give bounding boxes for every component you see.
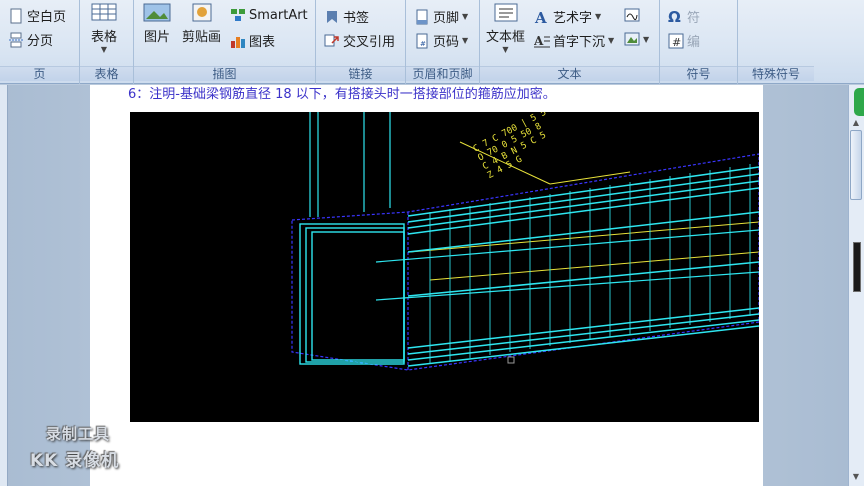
- symbol-number-button[interactable]: # 编: [668, 31, 700, 50]
- group-special-symbols: 特殊符号: [738, 0, 864, 84]
- group-symbols: Ω 符 # 编 符号: [660, 0, 738, 84]
- chart-button[interactable]: 图表: [230, 31, 275, 50]
- group-links: 书签 交叉引用 链接: [316, 0, 406, 84]
- clipart-button[interactable]: 剪贴画: [182, 0, 221, 45]
- symbol-number-label: 编: [687, 35, 701, 50]
- picture-label: 图片: [143, 30, 170, 45]
- side-tab-indicator[interactable]: [854, 88, 864, 116]
- recorder-watermark: 录制工具 KK 录像机: [30, 423, 150, 471]
- insert-object-icon: [624, 32, 640, 46]
- chart-label: 图表: [249, 35, 276, 50]
- group-text: 文本框 ▼ A 艺术字 ▼ A 首字下沉 ▼ ▼ 文本: [480, 0, 660, 84]
- dropcap-button[interactable]: A 首字下沉 ▼: [534, 31, 614, 50]
- svg-text:#: #: [672, 36, 681, 49]
- group-table: 表格 ▼ 表格: [80, 0, 134, 84]
- footer-icon: [416, 9, 428, 24]
- left-ruler: [0, 85, 8, 486]
- svg-text:A: A: [534, 34, 544, 48]
- group-header-footer: 页脚 ▼ # 页码 ▼ 页眉和页脚: [406, 0, 480, 84]
- group-label-special-symbols: 特殊符号: [738, 66, 814, 81]
- signature-line-icon: [624, 8, 640, 22]
- textbox-button[interactable]: 文本框 ▼: [486, 0, 525, 54]
- page-break-label: 分页: [27, 34, 54, 49]
- wordart-label: 艺术字: [553, 11, 593, 26]
- table-label: 表格: [90, 30, 117, 45]
- wordart-icon: A: [534, 9, 547, 25]
- footer-button[interactable]: 页脚 ▼: [414, 7, 468, 26]
- page-number-icon: #: [416, 33, 428, 48]
- signature-line-button[interactable]: [624, 7, 640, 23]
- group-label-header-footer: 页眉和页脚: [406, 66, 479, 81]
- bookmark-icon: [327, 10, 337, 23]
- cross-reference-icon: [324, 34, 339, 46]
- scrollbar-thumb[interactable]: [850, 130, 862, 200]
- group-label-illustrations: 插图: [134, 66, 315, 81]
- table-icon: [91, 3, 117, 21]
- embedded-cad-image[interactable]: C 7 C 700 | 5 5 O 70 0 5 50 8 C 4 B N 5 …: [130, 112, 759, 422]
- equation-label: 符: [687, 11, 701, 26]
- smartart-label: SmartArt: [249, 7, 308, 23]
- dropcap-label: 首字下沉: [553, 35, 606, 50]
- svg-text:A: A: [534, 9, 547, 25]
- bookmark-label: 书签: [343, 11, 370, 26]
- clipart-label: 剪贴画: [182, 30, 222, 45]
- scroll-up-arrow-icon[interactable]: ▲: [850, 116, 862, 130]
- scroll-down-arrow-icon[interactable]: ▼: [850, 470, 862, 484]
- group-label-links: 链接: [316, 66, 405, 81]
- clipart-icon: [192, 3, 211, 22]
- wordart-button[interactable]: A 艺术字 ▼: [534, 7, 602, 27]
- table-dropdown-icon: ▼: [100, 45, 108, 54]
- table-button[interactable]: 表格 ▼: [89, 0, 119, 54]
- svg-text:#: #: [420, 40, 426, 48]
- footer-label: 页脚: [433, 11, 460, 26]
- smartart-button[interactable]: SmartArt: [230, 7, 308, 23]
- dropcap-icon: A: [534, 34, 550, 48]
- page-break-button[interactable]: 分页: [8, 30, 53, 49]
- chart-icon: [231, 36, 245, 48]
- insert-object-button[interactable]: ▼: [624, 31, 649, 47]
- textbox-label: 文本框: [486, 30, 526, 45]
- textbox-icon: [494, 3, 517, 22]
- number-symbol-icon: #: [668, 33, 684, 49]
- bookmark-button[interactable]: 书签: [324, 7, 369, 26]
- group-label-table: 表格: [80, 66, 133, 81]
- footer-dropdown-icon: ▼: [462, 12, 469, 21]
- group-illustrations: 图片 剪贴画 SmartArt 图表 插图: [134, 0, 316, 84]
- rebar-cage-drawing: C 7 C 700 | 5 5 O 70 0 5 50 8 C 4 B N 5 …: [291, 112, 759, 371]
- ribbon: 空白页 分页 页 表格 ▼ 表格 图片 剪贴画 SmartArt 图表 插图 书…: [0, 0, 864, 84]
- page-number-dropdown-icon: ▼: [462, 36, 469, 45]
- equation-button[interactable]: Ω 符: [668, 7, 701, 27]
- group-pages: 空白页 分页 页: [0, 0, 80, 84]
- zoom-slider-marker[interactable]: [853, 242, 861, 292]
- blank-page-icon: [10, 8, 22, 23]
- document-note-line: 6：注明-基础梁钢筋直径 18 以下，有搭接头时一搭接部位的箍筋应加密。: [128, 87, 556, 102]
- page-number-button[interactable]: # 页码 ▼: [414, 31, 468, 50]
- picture-icon: [143, 3, 171, 22]
- page-break-icon: [9, 32, 23, 47]
- watermark-line-2: KK 录像机: [30, 451, 120, 471]
- group-label-pages: 页: [0, 66, 79, 81]
- dropcap-dropdown-icon: ▼: [608, 36, 615, 45]
- blank-page-button[interactable]: 空白页: [8, 6, 66, 25]
- textbox-dropdown-icon: ▼: [502, 45, 509, 54]
- cross-reference-button[interactable]: 交叉引用: [324, 31, 395, 50]
- group-label-text: 文本: [480, 66, 659, 81]
- omega-icon: Ω: [668, 7, 681, 26]
- insert-object-dropdown-icon: ▼: [643, 34, 650, 44]
- wordart-dropdown-icon: ▼: [595, 12, 602, 21]
- page-number-label: 页码: [433, 35, 460, 50]
- smartart-icon: [231, 9, 245, 21]
- cross-reference-label: 交叉引用: [343, 35, 396, 50]
- blank-page-label: 空白页: [27, 10, 67, 25]
- group-label-symbols: 符号: [660, 66, 737, 81]
- picture-button[interactable]: 图片: [142, 0, 172, 45]
- watermark-line-1: 录制工具: [46, 425, 111, 443]
